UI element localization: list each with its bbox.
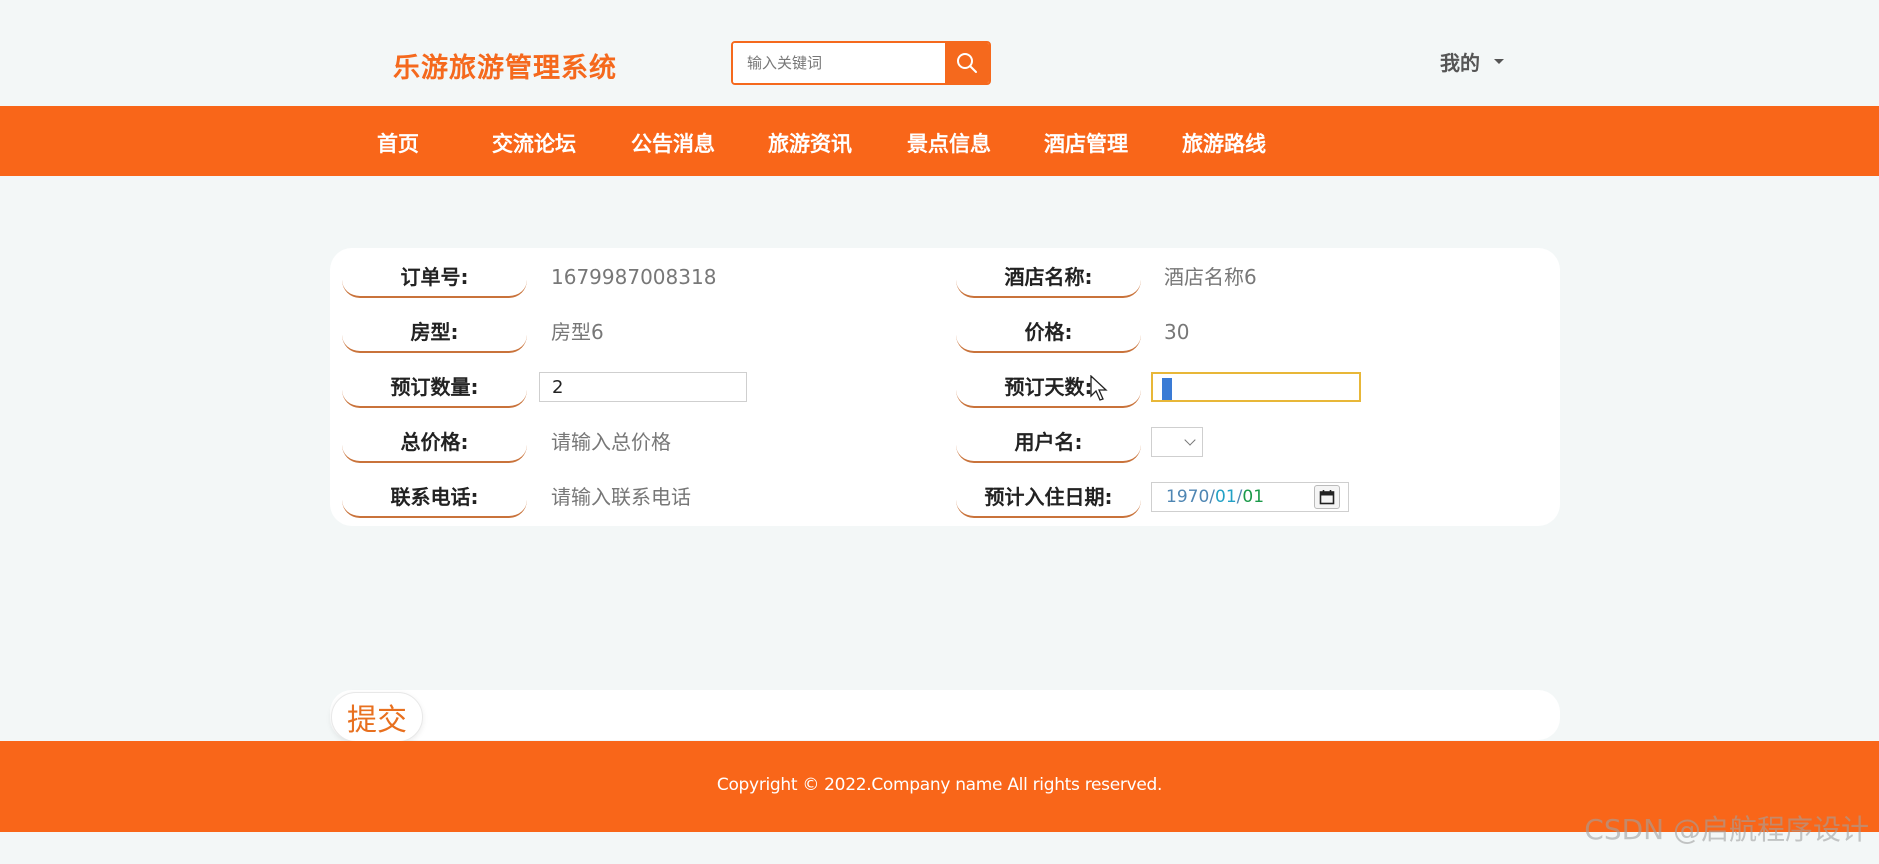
username-label: 用户名: xyxy=(956,427,1141,463)
order-no-value: 1679987008318 xyxy=(551,265,717,289)
nav-item-announcements[interactable]: 公告消息 xyxy=(631,128,715,158)
site-logo[interactable]: 乐游旅游管理系统 xyxy=(393,46,617,85)
days-input[interactable] xyxy=(1151,372,1361,402)
hotel-name-value: 酒店名称6 xyxy=(1164,265,1257,289)
search-icon xyxy=(957,53,977,73)
room-type-label: 房型: xyxy=(342,317,527,353)
date-month: 01 xyxy=(1215,487,1237,507)
nav-item-travel-routes[interactable]: 旅游路线 xyxy=(1182,128,1266,158)
chevron-down-icon xyxy=(1184,434,1196,446)
text-selection-highlight xyxy=(1162,378,1172,400)
checkin-date-label: 预计入住日期: xyxy=(956,482,1141,518)
date-year: 1970 xyxy=(1166,487,1210,507)
search-button[interactable] xyxy=(945,43,989,83)
calendar-button[interactable] xyxy=(1314,485,1340,509)
date-day: 01 xyxy=(1242,487,1265,507)
nav-item-hotel-management[interactable]: 酒店管理 xyxy=(1044,128,1128,158)
total-price-label: 总价格: xyxy=(342,427,527,463)
calendar-icon xyxy=(1319,490,1335,505)
submit-section xyxy=(330,690,1560,740)
price-label: 价格: xyxy=(956,317,1141,353)
search-input[interactable] xyxy=(733,43,947,83)
checkin-date-value: 1970/01/01 xyxy=(1166,487,1265,507)
page: 乐游旅游管理系统 我的 首页 交流论坛 公告消息 旅游资讯 景点信息 酒店管理 … xyxy=(0,0,1879,864)
total-price-placeholder[interactable]: 请输入总价格 xyxy=(551,427,671,457)
checkin-date-input[interactable]: 1970/01/01 xyxy=(1151,482,1349,512)
user-menu[interactable]: 我的 xyxy=(1440,47,1504,76)
hotel-name-label: 酒店名称: xyxy=(956,262,1141,298)
search-box xyxy=(731,41,991,85)
phone-label: 联系电话: xyxy=(342,482,527,518)
user-menu-label: 我的 xyxy=(1440,51,1480,75)
room-type-value: 房型6 xyxy=(551,320,604,344)
nav-item-forum[interactable]: 交流论坛 xyxy=(492,128,576,158)
quantity-input[interactable] xyxy=(539,372,747,402)
price-value: 30 xyxy=(1164,320,1190,344)
caret-down-icon xyxy=(1494,59,1504,64)
mouse-cursor-icon xyxy=(1090,375,1108,401)
quantity-label: 预订数量: xyxy=(342,372,527,408)
nav-item-travel-news[interactable]: 旅游资讯 xyxy=(768,128,852,158)
phone-placeholder[interactable]: 请输入联系电话 xyxy=(551,482,691,512)
submit-button[interactable]: 提交 xyxy=(331,692,423,742)
header: 乐游旅游管理系统 我的 xyxy=(0,0,1879,106)
username-select[interactable] xyxy=(1151,427,1203,457)
main-nav: 首页 交流论坛 公告消息 旅游资讯 景点信息 酒店管理 旅游路线 xyxy=(0,106,1879,176)
nav-item-attractions[interactable]: 景点信息 xyxy=(907,128,991,158)
nav-item-home[interactable]: 首页 xyxy=(377,128,419,158)
watermark: CSDN @启航程序设计 xyxy=(1584,813,1869,846)
order-no-label: 订单号: xyxy=(342,262,527,298)
copyright-text: Copyright © 2022.Company name All rights… xyxy=(716,775,1163,795)
days-label: 预订天数: xyxy=(956,372,1141,408)
